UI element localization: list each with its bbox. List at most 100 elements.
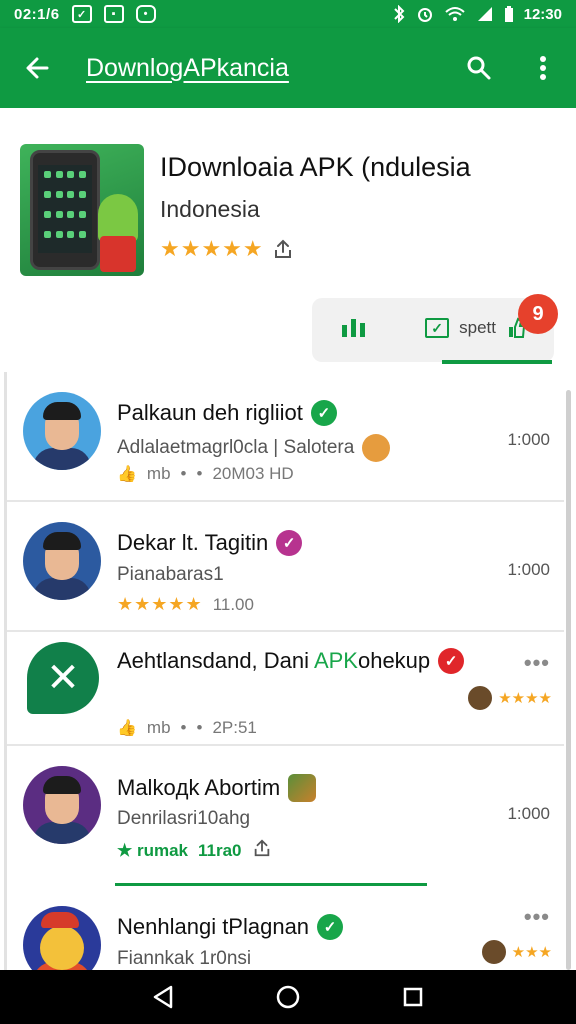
avatar [23,522,101,600]
item-title: Nenhlangi tPlagnan [117,914,310,939]
chat-notification-icon: • [135,5,156,23]
back-arrow-icon [26,57,49,79]
item-meta: 2P:51 [212,718,257,737]
item-title: Malkoдk Abortim [117,775,281,800]
tab-chart[interactable] [340,315,368,345]
verified-check-icon: ✓ [276,530,303,556]
dot-separator-icon: • [180,718,187,737]
item-subtitle: Pianabaras1 [117,564,224,585]
item-subtitle: Denrilasri10ahg [117,808,251,829]
list-item[interactable]: Nenhlangi tPlagnan ✓ Fiannkak 1r0nsi •••… [7,886,564,970]
mini-rating-stars: ★★★★ [498,690,552,707]
overflow-menu-button[interactable] [528,53,558,83]
notification-badge: 9 [518,294,558,334]
item-count: 1:000 [507,560,550,579]
reviewer-summary: ★★★★ [466,684,552,712]
thumbnail-icon [288,774,317,802]
search-results-content: IDownloaia APK (ndulesia Indonesia ★★★★★… [0,108,576,970]
list-item[interactable]: Malkoдk Abortim Denrilasri10ahg ★ rumak … [7,746,564,886]
reviewer-avatar [479,938,508,966]
android-mascot-icon [98,194,138,242]
highlight-text: APK [313,648,358,673]
checkbox-icon: ✓ [425,318,450,338]
nav-back-button[interactable] [145,979,181,1015]
item-meta-prefix: mb [146,718,171,737]
dot-separator-icon: • [196,464,203,483]
scrollbar[interactable] [566,390,571,970]
thumbs-up-icon: 👍 [117,720,137,737]
dot-separator-icon: • [196,718,203,737]
image-notification-icon: ▪ [103,5,124,23]
share-button[interactable] [252,838,272,863]
avatar [23,906,101,970]
signal-icon [477,7,492,21]
alarm-icon [417,8,432,22]
more-options-button[interactable]: ••• [524,904,550,930]
nav-home-button[interactable] [270,979,306,1015]
status-time: 02:1/6 [14,5,60,23]
more-options-button[interactable]: ••• [524,650,550,676]
item-title: Dekar lt. Tagitin [117,530,269,555]
item-title: Aehtlansdand, Dani APKohekup [117,648,431,673]
item-subtitle: Fiannkak 1r0nsi [117,948,252,969]
rating-value: 11.00 [212,594,254,614]
reviewer-summary: ★★★ [479,938,552,966]
share-button[interactable] [272,238,294,260]
app-subtitle: Indonesia [160,196,260,222]
nav-recents-button[interactable] [395,979,431,1015]
avatar [23,766,101,844]
app-logo-icon: ✕ [27,642,99,714]
share-icon [274,239,291,258]
circle-home-icon [276,985,300,1009]
list-item[interactable]: Palkaun deh rigliiot ✓ Adlalaetmagrl0cla… [7,372,564,502]
checkbox-notification-icon: ✓ [71,5,92,23]
active-tab-indicator [442,360,552,364]
item-tag-value: 11ra0 [198,840,242,860]
item-tag: ★ rumak [117,840,188,860]
app-rating: ★★★★★ [160,236,294,262]
search-app-bar: DownlogAPkancia [0,28,576,108]
wifi-icon [444,7,465,21]
app-thumbnail [20,144,144,276]
tab-sort[interactable]: ✓ spett [425,317,526,343]
results-list: Palkaun deh rigliiot ✓ Adlalaetmagrl0cla… [4,372,564,970]
emoji-face-icon [362,434,391,462]
item-count: 1:000 [507,804,550,823]
verified-check-icon: ✓ [438,648,465,674]
app-title: IDownloaia APK (ndulesia [160,152,471,182]
bluetooth-icon [393,5,405,23]
more-vertical-icon [540,56,546,80]
list-item[interactable]: Dekar lt. Tagitin ✓ Pianabaras1 ★★★★★ 11… [7,502,564,632]
back-button[interactable] [20,50,56,86]
verified-check-icon: ✓ [310,400,337,426]
item-title: Palkaun deh rigliiot [117,400,303,425]
list-item[interactable]: ✕ Aehtlansdand, Dani APKohekup ✓ 👍 mb • … [7,632,564,746]
item-meta-prefix: mb [146,464,171,483]
thumbs-up-icon: 👍 [117,466,137,483]
mini-rating-stars: ★★★ [511,944,552,961]
item-meta: 20M03 HD [212,464,294,483]
item-subtitle: Adlalaetmagrl0cla | Salotera [117,437,355,458]
search-icon [467,56,491,80]
battery-icon [504,6,513,22]
tab-sort-label: spett [459,318,496,337]
verified-check-icon: ✓ [317,914,344,940]
search-query-field[interactable]: DownlogAPkancia [86,54,289,83]
rating-stars: ★★★★★ [117,594,203,614]
status-clock: 12:30 [523,5,562,23]
share-icon [254,839,269,857]
bar-chart-icon [342,319,365,337]
dot-separator-icon: • [180,464,187,483]
filter-tabs: ✓ spett [312,298,554,362]
square-recents-icon [404,987,423,1007]
item-count: 1:000 [507,430,550,449]
phone-illustration [30,150,100,270]
status-bar: 02:1/6 ✓ ▪ • 12:30 [0,0,576,28]
rating-stars: ★★★★★ [160,236,264,261]
triangle-back-icon [153,985,172,1009]
system-nav-bar [0,970,576,1024]
reviewer-avatar [466,684,495,712]
search-button[interactable] [464,53,494,83]
avatar [23,392,101,470]
featured-app-card[interactable]: IDownloaia APK (ndulesia Indonesia ★★★★★ [20,144,560,284]
